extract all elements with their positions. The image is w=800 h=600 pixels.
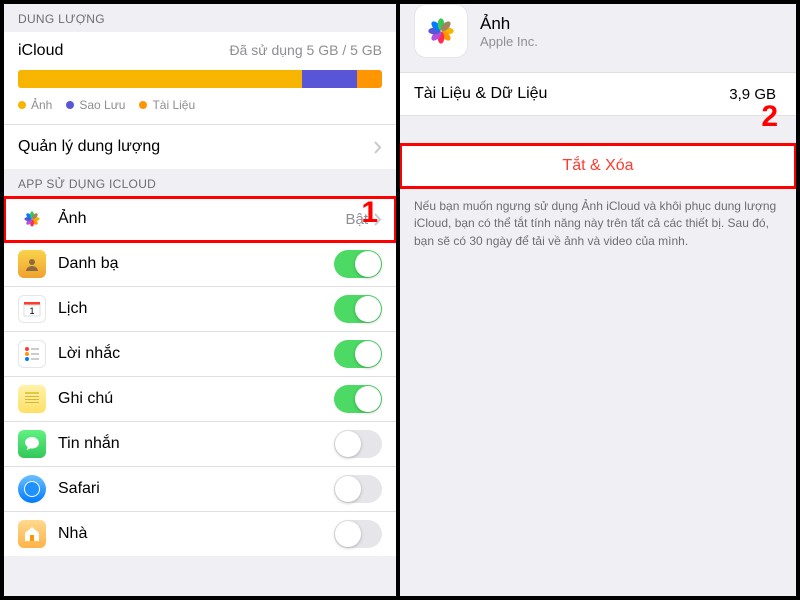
home-row[interactable]: Nhà <box>4 512 396 556</box>
chevron-right-icon <box>374 141 382 154</box>
notes-icon <box>18 385 46 413</box>
notes-row[interactable]: Ghi chú <box>4 377 396 422</box>
documents-data-row[interactable]: Tài Liệu & Dữ Liệu 3,9 GB <box>400 72 796 116</box>
calendar-toggle[interactable] <box>334 295 382 323</box>
documents-data-label: Tài Liệu & Dữ Liệu <box>414 85 729 103</box>
home-label: Nhà <box>58 525 334 543</box>
legend-docs: Tài Liệu <box>139 98 195 112</box>
manage-storage-label: Quản lý dung lượng <box>18 138 374 156</box>
app-name: Ảnh <box>480 14 538 34</box>
storage-section-header: DUNG LƯỢNG <box>4 4 396 32</box>
reminders-toggle[interactable] <box>334 340 382 368</box>
photos-row[interactable]: Ảnh Bật <box>4 197 396 242</box>
contacts-toggle[interactable] <box>334 250 382 278</box>
annotation-2: 2 <box>761 100 778 134</box>
storage-bar-photos <box>18 70 302 88</box>
legend-backup: Sao Lưu <box>66 98 125 112</box>
legend-photos: Ảnh <box>18 98 52 112</box>
explanation-text: Nếu bạn muốn ngưng sử dụng Ảnh iCloud và… <box>400 188 796 260</box>
photos-icon <box>18 205 46 233</box>
manage-storage-row[interactable]: Quản lý dung lượng <box>4 125 396 169</box>
messages-label: Tin nhắn <box>58 435 334 453</box>
icloud-storage-panel: DUNG LƯỢNG iCloud Đã sử dụng 5 GB / 5 GB… <box>4 4 400 596</box>
reminders-row[interactable]: Lời nhắc <box>4 332 396 377</box>
calendar-label: Lịch <box>58 300 334 318</box>
photos-app-icon <box>414 4 468 58</box>
storage-title: iCloud <box>18 42 63 60</box>
home-icon <box>18 520 46 548</box>
safari-icon <box>18 475 46 503</box>
notes-toggle[interactable] <box>334 385 382 413</box>
annotation-1: 1 <box>361 196 378 230</box>
contacts-label: Danh bạ <box>58 255 334 273</box>
storage-bar-backup <box>302 70 357 88</box>
messages-toggle[interactable] <box>334 430 382 458</box>
storage-legend: Ảnh Sao Lưu Tài Liệu <box>4 96 396 125</box>
app-vendor: Apple Inc. <box>480 34 538 49</box>
storage-block: iCloud Đã sử dụng 5 GB / 5 GB Ảnh Sao Lư… <box>4 32 396 169</box>
calendar-row[interactable]: 1 Lịch <box>4 287 396 332</box>
screenshot-frame: DUNG LƯỢNG iCloud Đã sử dụng 5 GB / 5 GB… <box>0 0 800 600</box>
messages-row[interactable]: Tin nhắn <box>4 422 396 467</box>
disable-delete-label: Tắt & Xóa <box>562 157 633 174</box>
contacts-icon <box>18 250 46 278</box>
storage-bar <box>18 70 382 88</box>
svg-text:1: 1 <box>29 306 34 316</box>
photos-detail-panel: Ảnh Apple Inc. Tài Liệu & Dữ Liệu 3,9 GB… <box>400 4 796 596</box>
calendar-icon: 1 <box>18 295 46 323</box>
apps-section-header: APP SỬ DỤNG ICLOUD <box>4 169 396 197</box>
app-header: Ảnh Apple Inc. <box>400 4 796 72</box>
disable-delete-button[interactable]: Tắt & Xóa <box>400 144 796 188</box>
contacts-row[interactable]: Danh bạ <box>4 242 396 287</box>
storage-summary: iCloud Đã sử dụng 5 GB / 5 GB <box>4 32 396 66</box>
safari-row[interactable]: Safari <box>4 467 396 512</box>
apps-list: Ảnh Bật Danh bạ 1 Lịch <box>4 197 396 556</box>
safari-label: Safari <box>58 480 334 498</box>
safari-toggle[interactable] <box>334 475 382 503</box>
notes-label: Ghi chú <box>58 390 334 408</box>
messages-icon <box>18 430 46 458</box>
home-toggle[interactable] <box>334 520 382 548</box>
photos-label: Ảnh <box>58 210 345 228</box>
storage-bar-docs <box>357 70 382 88</box>
reminders-label: Lời nhắc <box>58 345 334 363</box>
storage-used: Đã sử dụng 5 GB / 5 GB <box>229 42 382 60</box>
reminders-icon <box>18 340 46 368</box>
